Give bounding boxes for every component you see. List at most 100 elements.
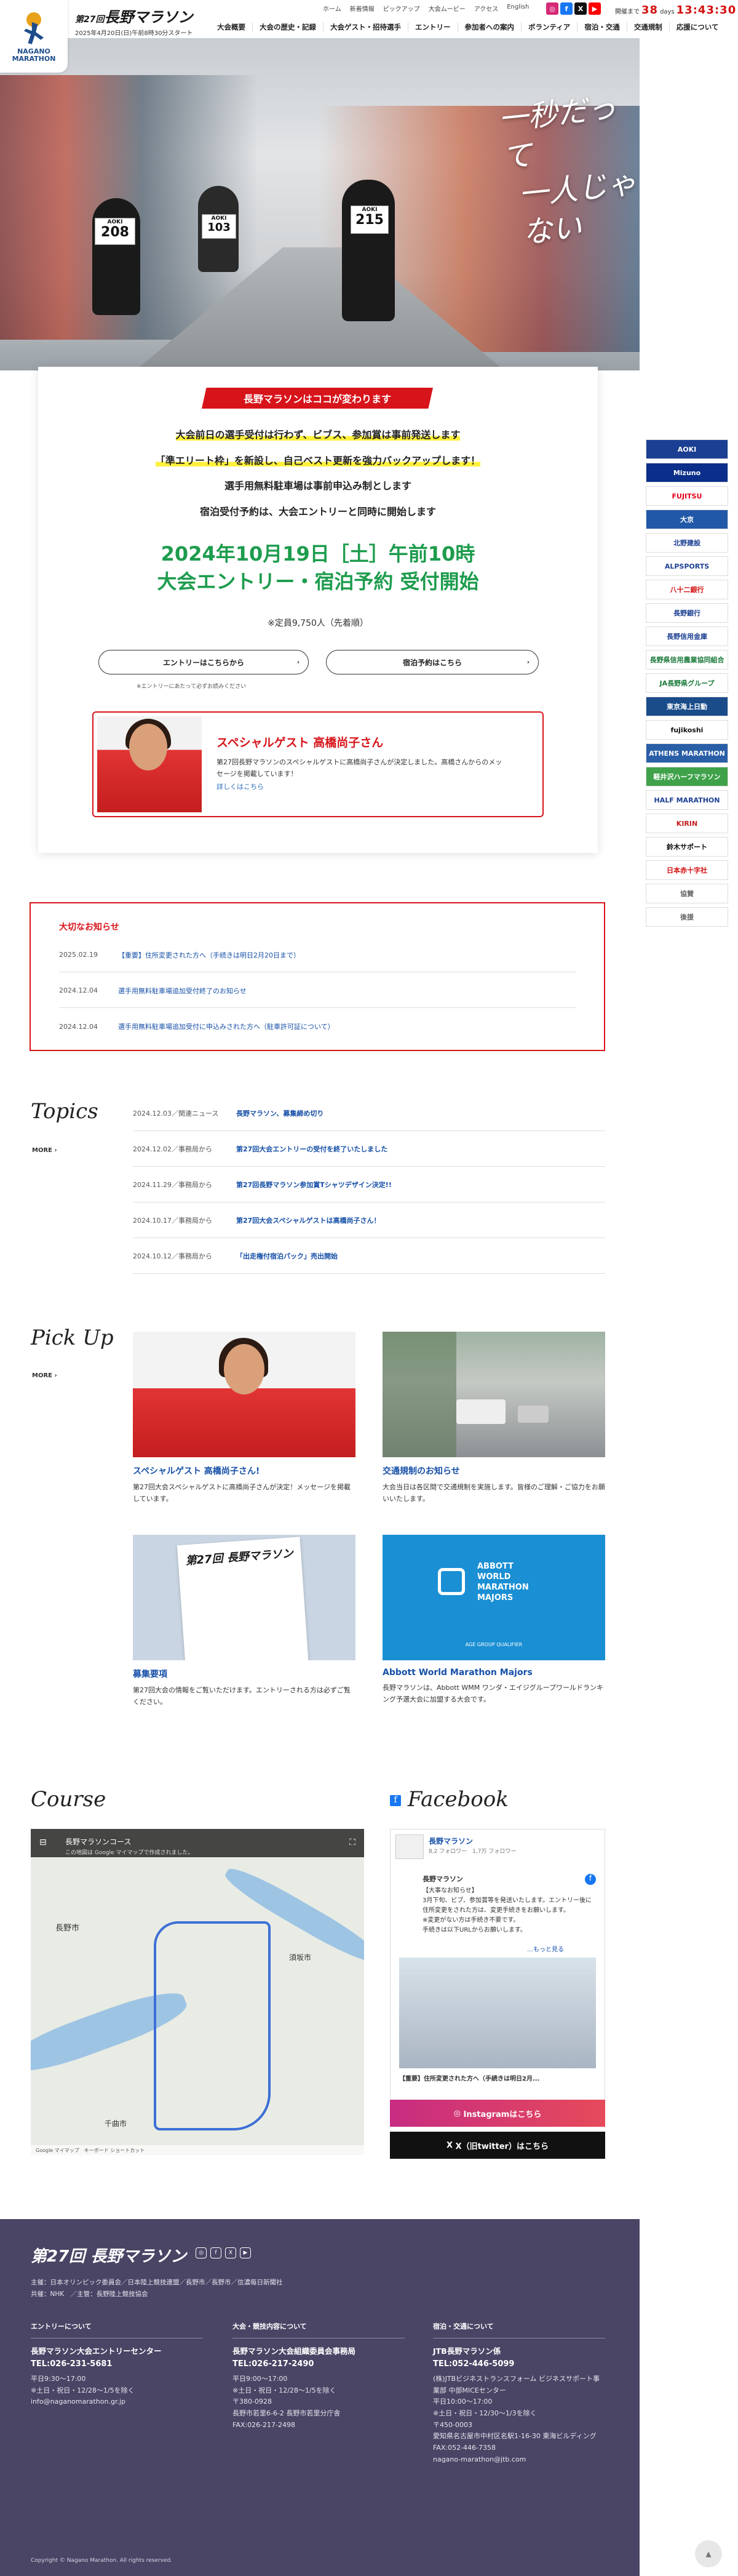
topic-link[interactable]: 第27回大会スペシャルゲストは高橋尚子さん！ xyxy=(236,1215,381,1225)
topic-row[interactable]: 2024.10.17／事務局から 第27回大会スペシャルゲストは高橋尚子さん！ xyxy=(133,1202,605,1238)
nav-volunteer[interactable]: ボランティア xyxy=(521,22,577,32)
topic-link[interactable]: 第27回大会エントリーの受付を終了いたしました xyxy=(236,1144,387,1154)
fullscreen-icon[interactable]: ⛶ xyxy=(349,1838,355,1847)
subnav-movie[interactable]: 大会ムービー xyxy=(429,4,466,13)
facebook-widget[interactable]: 長野マラソン 8,2 フォロワー 1,7万 フォロワー 長野マラソン f 【大事… xyxy=(390,1829,605,2118)
footer-col-tel[interactable]: TEL:026-217-2490 xyxy=(232,2358,405,2371)
sponsor-logo[interactable]: ATHENS MARATHON xyxy=(646,743,728,763)
topic-link[interactable]: 長野マラソン、募集締め切り xyxy=(236,1108,323,1118)
sponsor-logo[interactable]: HALF MARATHON xyxy=(646,790,728,810)
notice-row[interactable]: 2024.12.04 選手用無料駐車場追加受付終了のお知らせ xyxy=(59,974,576,1008)
instagram-icon[interactable]: ◎ xyxy=(546,2,558,15)
sponsor-logo[interactable]: 長野銀行 xyxy=(646,603,728,623)
map-menu-icon[interactable]: ⊟ xyxy=(39,1838,47,1847)
topics-more-link[interactable]: MORE › xyxy=(32,1147,57,1154)
notice-row[interactable]: 2024.12.04 選手用無料駐車場追加受付に申込みされた方へ（駐車許可証につい… xyxy=(59,1009,576,1044)
notice-link[interactable]: 選手用無料駐車場追加受付終了のお知らせ xyxy=(118,986,247,996)
footer-email[interactable]: info@naganomarathon.gr.jp xyxy=(31,2396,203,2408)
topic-row[interactable]: 2024.10.12／事務局から 「出走権付宿泊パック」売出開始 xyxy=(133,1238,605,1274)
fb-page-name[interactable]: 長野マラソン xyxy=(429,1836,473,1846)
sponsor-logo[interactable]: 後援 xyxy=(646,907,728,927)
nav-hotel[interactable]: 宿泊・交通 xyxy=(577,22,627,32)
sponsor-logo[interactable]: FUJITSU xyxy=(646,486,728,506)
subnav-access[interactable]: アクセス xyxy=(474,4,499,13)
course-map[interactable]: 長野市 須坂市 千曲市 長野マラソンコース この地図は Google マイマップ… xyxy=(31,1829,364,2155)
sponsor-logo[interactable]: JA長野県グループ xyxy=(646,673,728,693)
countdown-label: 開催まで xyxy=(615,9,640,15)
notice-link[interactable]: 【重要】住所変更された方へ（手続きは明日2月20日まで） xyxy=(118,950,300,960)
subnav-news[interactable]: 新着情報 xyxy=(350,4,375,13)
footer-col-tel[interactable]: TEL:052-446-5099 xyxy=(433,2358,605,2371)
sponsor-logo[interactable]: ALPSPORTS xyxy=(646,556,728,576)
instagram-icon[interactable]: ◎ xyxy=(196,2247,207,2258)
pickup-card[interactable]: スペシャルゲスト 高橋尚子さん! 第27回大会スペシャルゲストに高橋尚子さんが決… xyxy=(133,1332,355,1505)
youtube-icon[interactable]: ▶ xyxy=(240,2247,251,2258)
footer-col-line: ※土日・祝日・12/28〜1/5を除く xyxy=(232,2386,336,2394)
notice-row[interactable]: 2025.02.19 【重要】住所変更された方へ（手続きは明日2月20日まで） xyxy=(59,938,576,972)
youtube-icon[interactable]: ▶ xyxy=(589,2,601,15)
sponsor-logo[interactable]: 八十二銀行 xyxy=(646,580,728,599)
abbott-line: MARATHON xyxy=(477,1582,529,1592)
guest-detail-link[interactable]: 詳しくはこちら xyxy=(216,782,264,791)
nav-overview[interactable]: 大会概要 xyxy=(210,22,252,32)
sponsor-logo[interactable]: Mizuno xyxy=(646,463,728,482)
map-footer: Google マイマップ キーボード ショートカット xyxy=(31,2145,364,2155)
x-icon[interactable]: X xyxy=(574,2,587,15)
nav-participants[interactable]: 参加者への案内 xyxy=(457,22,522,32)
notice-link[interactable]: 選手用無料駐車場追加受付に申込みされた方へ（駐車許可証について） xyxy=(118,1022,335,1031)
facebook-icon[interactable]: f xyxy=(560,2,573,15)
sponsor-logo[interactable]: 長野県信用農業協同組合 xyxy=(646,650,728,670)
footer-col-tel[interactable]: TEL:026-231-5681 xyxy=(31,2358,203,2371)
sponsor-logo[interactable]: fujikoshi xyxy=(646,720,728,740)
nav-history[interactable]: 大会の歴史・記録 xyxy=(252,22,323,32)
pickup-card[interactable]: 交通規制のお知らせ 大会当日は各区間で交通規制を実施します。皆様のご理解・ご協力… xyxy=(383,1332,605,1505)
pickup-card[interactable]: 第27回 長野マラソン 募集要項 第27回大会の情報をご覧いただけます。エントリ… xyxy=(133,1535,355,1708)
subnav-english[interactable]: English xyxy=(507,4,529,13)
topic-row[interactable]: 2024.11.29／事務局から 第27回長野マラソン参加賞Tシャツデザイン決定!… xyxy=(133,1167,605,1202)
subnav-home[interactable]: ホーム xyxy=(323,4,341,13)
change-item: 大会前日の選手受付は行わず、ビブス、参加賞は事前発送します xyxy=(38,422,598,448)
nav-traffic[interactable]: 交通規制 xyxy=(626,22,669,32)
topic-link[interactable]: 「出走権付宿泊パック」売出開始 xyxy=(236,1251,338,1261)
topic-row[interactable]: 2024.12.02／事務局から 第27回大会エントリーの受付を終了いたしました xyxy=(133,1131,605,1167)
sponsor-logo[interactable]: 北野建設 xyxy=(646,533,728,553)
sponsor-logo[interactable]: 長野信用金庫 xyxy=(646,626,728,646)
pickup-title[interactable]: 交通規制のお知らせ xyxy=(383,1465,605,1477)
nav-support[interactable]: 応援について xyxy=(669,22,726,32)
entry-note: ※エントリーにあたって必ずお読みください xyxy=(137,684,247,690)
sponsor-logo[interactable]: 軽井沢ハーフマラソン xyxy=(646,767,728,786)
footer-col-heading: エントリーについて xyxy=(31,2321,203,2338)
sponsor-logo[interactable]: AOKI xyxy=(646,439,728,459)
subnav-pickup[interactable]: ピックアップ xyxy=(383,4,420,13)
nav-entry[interactable]: エントリー xyxy=(408,22,458,32)
site-logo[interactable]: NAGANO MARATHON xyxy=(0,0,68,73)
back-to-top-button[interactable]: ▲ xyxy=(695,2540,722,2567)
footer-email[interactable]: nagano-marathon@jtb.com xyxy=(433,2454,605,2466)
sponsor-logo[interactable]: 協賛 xyxy=(646,884,728,903)
brand[interactable]: 第27回長野マラソン 2025年4月20日(日)午前8時30分スタート xyxy=(75,5,192,37)
sponsor-logo[interactable]: KIRIN xyxy=(646,814,728,833)
instagram-button[interactable]: ◎ Instagramはこちら xyxy=(390,2100,605,2127)
pickup-card[interactable]: ABBOTT WORLD MARATHON MAJORS AGE GROUP Q… xyxy=(383,1535,605,1705)
guest-banner[interactable]: スペシャルゲスト 高橋尚子さん 第27回長野マラソンのスペシャルゲストに高橋尚子… xyxy=(92,711,544,817)
pickup-title[interactable]: 募集要項 xyxy=(133,1668,355,1680)
sponsor-logo[interactable]: 鈴木サポート xyxy=(646,837,728,857)
facebook-icon[interactable]: f xyxy=(210,2247,221,2258)
footer-brand[interactable]: 第27回 長野マラソン xyxy=(31,2244,186,2266)
sponsor-logo[interactable]: 東京海上日動 xyxy=(646,697,728,716)
hotel-button[interactable]: 宿泊予約はこちら › xyxy=(326,650,539,674)
pickup-more-link[interactable]: MORE › xyxy=(32,1372,57,1379)
topic-link[interactable]: 第27回長野マラソン参加賞Tシャツデザイン決定!! xyxy=(236,1180,392,1190)
nav-guests[interactable]: 大会ゲスト・招待選手 xyxy=(323,22,408,32)
x-icon[interactable]: X xyxy=(225,2247,236,2258)
topic-row[interactable]: 2024.12.03／関連ニュース 長野マラソン、募集締め切り xyxy=(133,1095,605,1131)
pickup-title[interactable]: スペシャルゲスト 高橋尚子さん! xyxy=(133,1465,355,1477)
twitter-button[interactable]: X X（旧twitter）はこちら xyxy=(390,2132,605,2159)
sponsor-logo[interactable]: 日本赤十字社 xyxy=(646,860,728,880)
fb-more-link[interactable]: …もっと見る xyxy=(527,1944,564,1953)
facebook-icon: f xyxy=(390,1795,401,1806)
entry-button[interactable]: エントリーはこちらから › xyxy=(98,650,309,674)
fb-link-caption[interactable]: 【重要】住所変更された方へ（手続きは明日2月... xyxy=(399,2073,596,2082)
pickup-title[interactable]: Abbott World Marathon Majors xyxy=(383,1668,605,1678)
sponsor-logo[interactable]: 大京 xyxy=(646,510,728,529)
